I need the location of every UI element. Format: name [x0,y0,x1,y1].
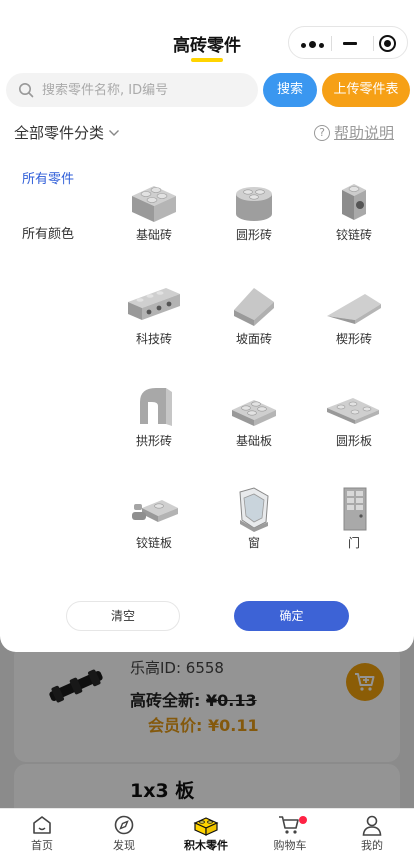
part-category-label: 坡面砖 [235,332,272,346]
user-icon [362,815,382,836]
capsule-divider [331,36,332,51]
hinge-plate-icon [132,500,178,522]
part-category-round-brick[interactable]: 圆形砖 [204,178,304,243]
home-icon [33,816,51,834]
tab-label: 我的 [361,839,383,852]
technic-brick-icon [128,288,180,320]
cart-badge [299,816,307,824]
category-dropdown[interactable]: 全部零件分类 [14,122,120,143]
part-category-label: 门 [347,536,360,550]
chevron-down-icon [109,129,120,136]
part-category-technic-brick[interactable]: 科技砖 [104,282,204,347]
help-link[interactable]: ? 帮助说明 [314,122,394,143]
search-bar[interactable] [6,73,258,107]
part-category-label: 楔形砖 [335,332,372,346]
tab-brick-parts[interactable]: 积木零件 [166,814,246,853]
part-category-basic-plate[interactable]: 基础板 [204,384,304,449]
arch-brick-icon [140,388,172,426]
hinge-brick-icon [342,184,366,220]
tab-cart[interactable]: 购物车 [250,814,330,853]
search-input[interactable] [42,82,242,98]
minimize-icon[interactable] [343,42,357,45]
basic-plate-icon [232,400,276,426]
door-icon [343,487,367,531]
part-category-door[interactable]: 门 [304,486,404,551]
part-category-hinge-plate[interactable]: 铰链板 [104,486,204,551]
tab-label: 购物车 [273,839,307,852]
part-category-wedge-brick[interactable]: 楔形砖 [304,282,404,347]
wedge-brick-icon [327,294,381,324]
tab-label: 首页 [31,839,53,852]
basic-brick-icon [132,186,176,222]
part-category-label: 铰链砖 [335,228,372,242]
tab-profile[interactable]: 我的 [332,814,412,853]
upload-parts-button[interactable]: 上传零件表 [322,73,410,107]
part-category-hinge-brick[interactable]: 铰链砖 [304,178,404,243]
part-category-label: 科技砖 [135,332,172,346]
more-icon[interactable] [301,41,327,48]
tab-label: 发现 [113,839,135,852]
compass-icon [114,815,134,835]
part-category-basic-brick[interactable]: 基础砖 [104,178,204,243]
part-category-label: 圆形板 [335,434,372,448]
part-category-round-plate[interactable]: 圆形板 [304,384,404,449]
capsule-divider [373,36,374,51]
part-category-label: 窗 [247,536,260,550]
search-icon [19,83,34,98]
help-icon: ? [314,124,330,141]
tab-bar: 首页 发现 积木零件 购物车 我的 [0,808,414,858]
round-brick-icon [236,187,272,221]
tab-discover[interactable]: 发现 [84,814,164,853]
slope-brick-icon [234,288,274,326]
part-category-label: 圆形砖 [235,228,272,242]
window-icon [239,487,269,532]
category-label: 全部零件分类 [14,124,105,142]
help-label: 帮助说明 [334,124,395,142]
tab-label: 积木零件 [184,839,228,852]
part-category-label: 基础砖 [135,228,172,242]
part-category-arch-brick[interactable]: 拱形砖 [104,384,204,449]
part-category-label: 基础板 [235,434,272,448]
part-category-label: 拱形砖 [135,434,172,448]
part-category-label: 铰链板 [135,536,172,550]
filter-sheet: 高砖零件 搜索 上传零件表 全部零件分类 ? 帮助说明 所有零件 所有颜色 [0,0,414,652]
side-item-all-colors[interactable]: 所有颜色 [22,223,74,242]
search-button[interactable]: 搜索 [263,73,317,107]
mini-program-capsule [288,26,408,59]
brick-icon [193,817,219,836]
clear-button[interactable]: 清空 [66,601,180,631]
side-item-all-parts[interactable]: 所有零件 [22,168,74,187]
title-underline [191,58,223,62]
round-plate-icon [327,398,379,424]
close-icon[interactable] [379,35,396,52]
part-category-window[interactable]: 窗 [204,486,304,551]
tab-home[interactable]: 首页 [2,814,82,853]
part-category-slope-brick[interactable]: 坡面砖 [204,282,304,347]
confirm-button[interactable]: 确定 [234,601,349,631]
